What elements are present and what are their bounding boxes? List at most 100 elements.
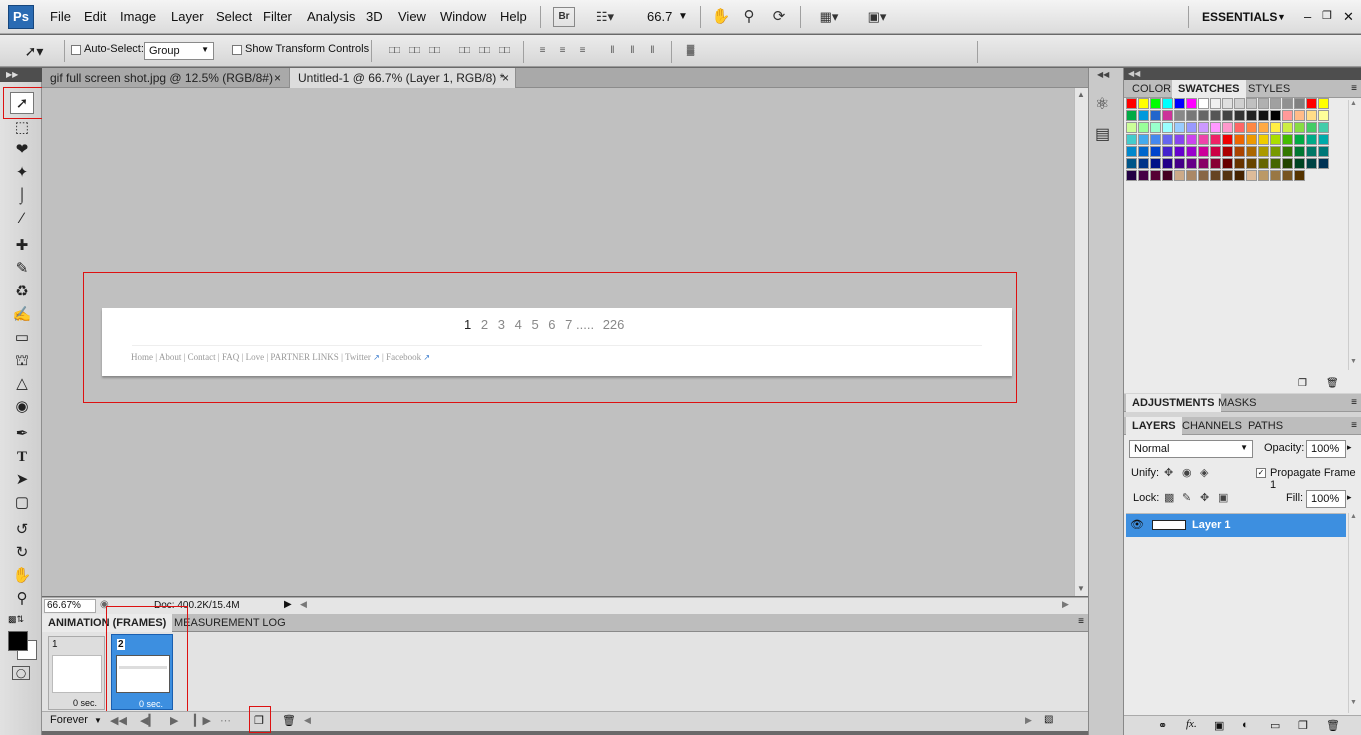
blend-mode-dropdown[interactable]: Normal ▼ <box>1129 440 1253 458</box>
layer-name[interactable]: Layer 1 <box>1192 519 1231 531</box>
tab-channels[interactable]: CHANNELS <box>1176 417 1248 435</box>
align-right-icon[interactable]: □□ <box>494 42 514 59</box>
color-swatch[interactable] <box>1306 146 1317 157</box>
color-swatch[interactable] <box>1222 98 1233 109</box>
crop-tool-icon[interactable]: ⌡ <box>10 185 34 207</box>
color-swatch[interactable] <box>1150 158 1161 169</box>
color-swatch[interactable] <box>1198 158 1209 169</box>
trash-icon[interactable]: 🗑 <box>282 714 296 727</box>
toolbox-collapse[interactable]: ▶▶ <box>0 68 42 82</box>
color-swatch[interactable] <box>1162 146 1173 157</box>
color-swatch[interactable] <box>1294 98 1305 109</box>
scroll-left-icon[interactable]: ◀ <box>300 599 307 610</box>
menu-file[interactable]: File <box>50 9 71 24</box>
color-swatch[interactable] <box>1294 122 1305 133</box>
color-swatch[interactable] <box>1222 122 1233 133</box>
color-swatch[interactable] <box>1126 134 1137 145</box>
frame-delay[interactable]: 0 sec. <box>73 698 97 708</box>
color-swatch[interactable] <box>1234 122 1245 133</box>
vertical-scrollbar[interactable]: ▲ ▼ <box>1348 100 1358 370</box>
menu-view[interactable]: View <box>398 9 426 24</box>
scroll-right-icon[interactable]: ▶ <box>1062 599 1069 610</box>
color-swatch[interactable] <box>1210 110 1221 121</box>
color-swatch[interactable] <box>1294 170 1305 181</box>
tab-gif-screenshot[interactable]: gif full screen shot.jpg @ 12.5% (RGB/8#… <box>42 68 290 88</box>
color-swatch[interactable] <box>1174 98 1185 109</box>
fx-icon[interactable]: fx. <box>1186 718 1197 730</box>
panel-menu-icon[interactable]: ≡ <box>1351 83 1357 94</box>
color-swatch[interactable] <box>1294 110 1305 121</box>
color-swatch[interactable] <box>1138 122 1149 133</box>
color-swatch[interactable] <box>1162 170 1173 181</box>
color-swatch[interactable] <box>1270 158 1281 169</box>
color-swatch[interactable] <box>1126 146 1137 157</box>
tab-paths[interactable]: PATHS <box>1242 417 1289 435</box>
color-swatch[interactable] <box>1126 110 1137 121</box>
color-swatch[interactable] <box>1234 170 1245 181</box>
color-swatch[interactable] <box>1198 134 1209 145</box>
new-group-icon[interactable]: ▭ <box>1270 719 1280 732</box>
color-swatch[interactable] <box>1162 158 1173 169</box>
link-layers-icon[interactable]: ⚭ <box>1158 719 1167 732</box>
auto-select-dropdown[interactable]: Group ▼ <box>144 42 214 60</box>
blur-tool-icon[interactable]: △ <box>10 373 34 395</box>
color-swatch[interactable] <box>1246 98 1257 109</box>
scroll-up-icon[interactable]: ▲ <box>1350 100 1357 107</box>
lock-pixels-icon[interactable]: ✎ <box>1182 491 1191 504</box>
color-swatch[interactable] <box>1306 158 1317 169</box>
color-swatch[interactable] <box>1198 98 1209 109</box>
color-swatch[interactable] <box>1306 98 1317 109</box>
color-swatch[interactable] <box>1318 98 1329 109</box>
distribute-bottom-icon[interactable]: ≡ <box>572 42 592 59</box>
menu-edit[interactable]: Edit <box>84 9 106 24</box>
color-swatch[interactable] <box>1282 146 1293 157</box>
align-bottom-icon[interactable]: □□ <box>424 42 444 59</box>
first-frame-icon[interactable]: ◀◀ <box>110 714 127 727</box>
color-swatch[interactable] <box>1210 122 1221 133</box>
type-tool-icon[interactable]: T <box>10 446 34 468</box>
layer-row[interactable]: 👁 Layer 1 <box>1126 514 1346 537</box>
color-swatch[interactable] <box>1258 170 1269 181</box>
color-swatch[interactable] <box>1126 98 1137 109</box>
color-swatch[interactable] <box>1210 98 1221 109</box>
color-swatch[interactable] <box>1162 98 1173 109</box>
menu-analysis[interactable]: Analysis <box>307 9 355 24</box>
status-menu-arrow-icon[interactable]: ▶ <box>284 599 292 610</box>
color-swatch[interactable] <box>1306 110 1317 121</box>
color-swatch[interactable] <box>1186 134 1197 145</box>
scroll-right-icon[interactable]: ▶ <box>1025 715 1032 726</box>
bridge-icon[interactable]: Br <box>553 7 575 27</box>
tab-styles[interactable]: STYLES <box>1242 80 1296 98</box>
distribute-hcenter-icon[interactable]: ‖ <box>622 42 642 59</box>
scroll-down-icon[interactable]: ▼ <box>1350 358 1357 365</box>
play-icon[interactable]: ▶ <box>170 714 178 727</box>
opacity-field[interactable]: 100% <box>1306 440 1346 458</box>
chevron-down-icon[interactable]: ▼ <box>94 716 102 725</box>
tab-untitled-1[interactable]: Untitled-1 @ 66.7% (Layer 1, RGB/8) * × <box>290 68 516 88</box>
trash-icon[interactable]: 🗑 <box>1326 378 1339 389</box>
color-swatch[interactable] <box>1318 146 1329 157</box>
new-swatch-icon[interactable]: ❐ <box>1298 378 1307 389</box>
color-swatch[interactable] <box>1150 134 1161 145</box>
align-vcenter-icon[interactable]: □□ <box>404 42 424 59</box>
unify-position-icon[interactable]: ✥ <box>1164 466 1173 479</box>
color-swatch[interactable] <box>1222 146 1233 157</box>
panel-collapse-bar[interactable]: ◀◀ <box>1124 68 1361 80</box>
new-layer-icon[interactable]: ❐ <box>1298 719 1308 732</box>
magic-wand-tool-icon[interactable]: ✦ <box>10 162 34 184</box>
color-swatch[interactable] <box>1138 158 1149 169</box>
color-swatch[interactable] <box>1246 122 1257 133</box>
convert-timeline-icon[interactable]: ▧ <box>1044 714 1053 725</box>
lasso-tool-icon[interactable]: ❤ <box>10 139 34 161</box>
color-swatch[interactable] <box>1162 110 1173 121</box>
menu-help[interactable]: Help <box>500 9 527 24</box>
collapse-arrow-icon[interactable]: ◀◀ <box>1097 70 1109 79</box>
close-icon[interactable]: ✕ <box>1343 9 1354 25</box>
color-swatch[interactable] <box>1234 98 1245 109</box>
color-swatch[interactable] <box>1282 98 1293 109</box>
canvas-area[interactable]: 1 2 3 4 5 6 7 ..... 226 Home | About | C… <box>42 88 1074 596</box>
color-swatch[interactable] <box>1150 170 1161 181</box>
paint-bucket-tool-icon[interactable]: ⛫ <box>10 350 34 372</box>
loop-option[interactable]: Forever <box>50 714 88 726</box>
color-swatch[interactable] <box>1270 134 1281 145</box>
